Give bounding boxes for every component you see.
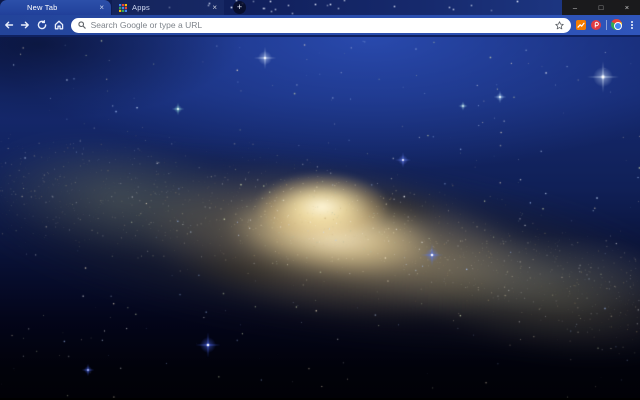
address-bar[interactable]: [70, 17, 572, 33]
home-button[interactable]: [51, 17, 67, 33]
tab-title: Apps: [132, 3, 150, 12]
maximize-button[interactable]: □: [588, 0, 614, 15]
back-arrow-icon: [4, 20, 14, 30]
star-icon[interactable]: [555, 20, 564, 30]
analytics-extension-icon[interactable]: [576, 19, 587, 30]
red-badge-extension-icon[interactable]: [591, 19, 602, 30]
browser-window: New Tab × Apps × + – □ ×: [0, 0, 640, 400]
new-tab-button[interactable]: +: [233, 1, 246, 14]
home-icon: [54, 20, 64, 30]
address-input[interactable]: [90, 20, 556, 30]
tab-close-icon[interactable]: ×: [99, 3, 104, 12]
forward-arrow-icon: [20, 20, 30, 30]
tab-strip: New Tab × Apps × + – □ ×: [0, 0, 640, 15]
back-button[interactable]: [1, 17, 17, 33]
apps-grid-icon: [119, 3, 127, 12]
forward-button[interactable]: [18, 17, 34, 33]
toolbar-separator: [606, 19, 608, 30]
frame-star-speckles: [0, 0, 1, 1]
reload-icon: [37, 20, 47, 30]
browser-viewport: [0, 37, 640, 398]
tab-new-tab[interactable]: New Tab ×: [0, 0, 111, 15]
close-button[interactable]: ×: [614, 0, 640, 15]
tab-title: New Tab: [27, 3, 58, 12]
chrome-icon[interactable]: [611, 19, 623, 31]
extensions-area: [576, 19, 640, 31]
reload-button[interactable]: [34, 17, 50, 33]
tab-apps[interactable]: Apps ×: [112, 0, 224, 15]
tab-close-icon[interactable]: ×: [212, 3, 217, 12]
minimize-button[interactable]: –: [562, 0, 588, 15]
window-controls: – □ ×: [562, 0, 640, 15]
starfield: [0, 37, 640, 398]
browser-toolbar: [0, 15, 640, 37]
search-icon: [77, 21, 86, 29]
kebab-menu-icon[interactable]: [629, 19, 635, 31]
